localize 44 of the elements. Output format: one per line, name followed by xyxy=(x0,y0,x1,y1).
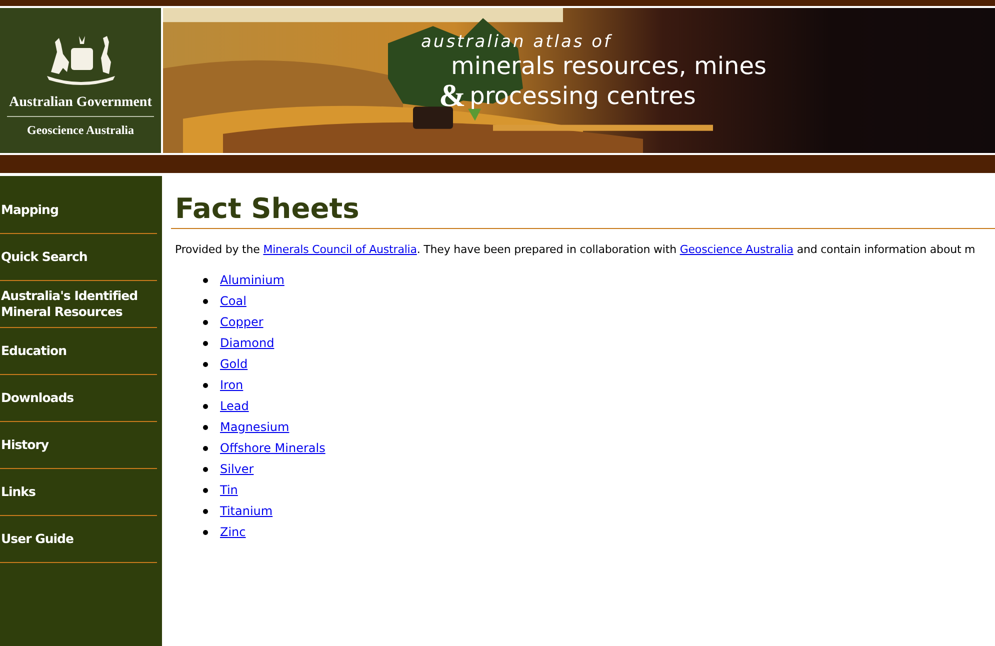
ampersand: & xyxy=(439,80,466,110)
fact-sheet-link[interactable]: Tin xyxy=(220,481,238,499)
bullet-icon xyxy=(203,488,208,492)
bullet-icon xyxy=(203,446,208,450)
sidebar-link[interactable]: Education xyxy=(0,343,66,359)
agency-name: Australian Government xyxy=(7,92,154,117)
bullet-icon xyxy=(203,362,208,366)
fact-sheet-link[interactable]: Gold xyxy=(220,355,248,373)
fact-sheet-link[interactable]: Zinc xyxy=(220,523,246,541)
banner-title: minerals resources, mines xyxy=(451,52,766,80)
sidebar-link[interactable]: Australia's Identified Mineral Resources xyxy=(0,288,157,320)
fact-sheet-link[interactable]: Magnesium xyxy=(220,418,290,436)
intro-link[interactable]: Minerals Council of Australia xyxy=(263,243,417,256)
banner-subtitle: australian atlas of xyxy=(421,32,614,52)
fact-sheet-link[interactable]: Offshore Minerals xyxy=(220,439,326,457)
fact-sheet-link[interactable]: Titanium xyxy=(220,502,273,520)
fact-sheet-link[interactable]: Diamond xyxy=(220,334,274,352)
bullet-icon xyxy=(203,466,208,472)
banner-title: processing centres xyxy=(470,82,696,110)
sidebar-link[interactable]: Links xyxy=(0,484,36,500)
fact-sheet-link[interactable]: Coal xyxy=(220,292,246,310)
bullet-icon xyxy=(203,340,208,346)
bullet-icon xyxy=(203,278,208,282)
bullet-icon xyxy=(203,298,208,304)
sidebar-link[interactable]: Quick Search xyxy=(0,249,88,265)
sidebar-link[interactable]: History xyxy=(0,437,49,453)
bullet-icon xyxy=(203,424,208,430)
bullet-icon xyxy=(203,382,208,388)
fact-sheet-link[interactable]: Iron xyxy=(220,376,244,394)
bullet-icon xyxy=(203,530,208,534)
sidebar-link[interactable]: Mapping xyxy=(0,202,58,218)
fact-sheet-link[interactable]: Silver xyxy=(220,460,254,478)
fact-sheet-link[interactable]: Aluminium xyxy=(220,271,284,289)
bullet-icon xyxy=(203,404,208,408)
fact-sheet-link[interactable]: Lead xyxy=(220,397,249,415)
page-title: Fact Sheets xyxy=(174,192,360,226)
department-name: Geoscience Australia xyxy=(27,122,134,139)
fact-sheet-link[interactable]: Copper xyxy=(220,313,264,331)
intro-paragraph: Provided by the Minerals Council of Australia. They have been prepared in collaboration with Geoscience Australia and contain information about m xyxy=(174,242,976,258)
bullet-icon xyxy=(203,508,208,514)
sidebar-link[interactable]: User Guide xyxy=(0,531,74,547)
sidebar-link[interactable]: Downloads xyxy=(0,390,74,406)
bullet-icon xyxy=(203,320,208,324)
intro-link[interactable]: Geoscience Australia xyxy=(680,243,794,256)
